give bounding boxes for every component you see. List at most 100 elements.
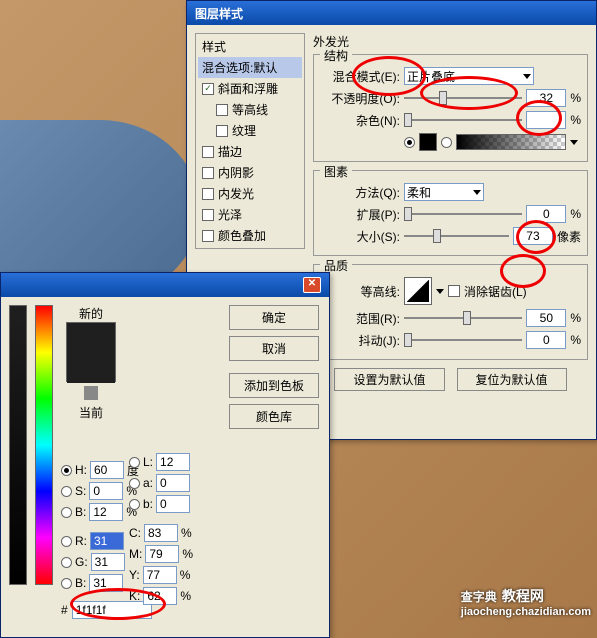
cancel-button[interactable]: 取消 [229, 336, 319, 361]
current-label: 当前 [61, 404, 121, 421]
a-input[interactable] [156, 474, 190, 492]
ok-button[interactable]: 确定 [229, 305, 319, 330]
checkbox-icon[interactable] [202, 188, 214, 200]
close-icon[interactable]: ✕ [303, 277, 321, 293]
watermark: 查字典 教程网 jiaocheng.chazidian.com [461, 585, 591, 618]
chevron-down-icon [473, 190, 481, 195]
s-input[interactable] [89, 482, 123, 500]
l-radio[interactable] [129, 457, 140, 468]
saturation-strip[interactable] [9, 305, 27, 585]
styles-header[interactable]: 样式 [198, 36, 302, 57]
chevron-down-icon[interactable] [436, 289, 444, 294]
structure-fieldset: 结构 混合模式(E): 正片叠底 不透明度(O): % 杂色(N): % [313, 54, 588, 162]
new-label: 新的 [61, 305, 121, 322]
blend-options-row[interactable]: 混合选项:默认 [198, 57, 302, 78]
m-input[interactable] [145, 545, 179, 563]
pct-label: % [570, 207, 581, 221]
k-input[interactable] [143, 587, 177, 605]
color-preview [66, 322, 116, 382]
spread-input[interactable] [526, 205, 566, 223]
a-radio[interactable] [129, 478, 140, 489]
style-item-innerglow[interactable]: 内发光 [198, 183, 302, 204]
add-swatch-button[interactable]: 添加到色板 [229, 373, 319, 398]
styles-list: 样式 混合选项:默认 ✓斜面和浮雕 等高线 纹理 描边 内阴影 内发光 光泽 颜… [195, 33, 305, 249]
r-radio[interactable] [61, 536, 72, 547]
method-label: 方法(Q): [320, 184, 400, 201]
checkbox-icon[interactable] [216, 125, 228, 137]
contour-label: 等高线: [320, 283, 400, 300]
hue-strip[interactable] [35, 305, 53, 585]
style-item-bevel[interactable]: ✓斜面和浮雕 [198, 78, 302, 99]
y-input[interactable] [143, 566, 177, 584]
bv-input[interactable] [89, 503, 123, 521]
jitter-slider[interactable] [404, 331, 522, 349]
l-input[interactable] [156, 453, 190, 471]
style-item-innershadow[interactable]: 内阴影 [198, 162, 302, 183]
method-select[interactable]: 柔和 [404, 183, 484, 201]
style-item-coloroverlay[interactable]: 颜色叠加 [198, 225, 302, 246]
style-item-stroke[interactable]: 描边 [198, 141, 302, 162]
spread-label: 扩展(P): [320, 206, 400, 223]
noise-slider[interactable] [404, 111, 522, 129]
noise-label: 杂色(N): [320, 112, 400, 129]
pct-label: % [570, 113, 581, 127]
pct-label: % [570, 311, 581, 325]
size-input[interactable] [513, 227, 553, 245]
size-slider[interactable] [404, 227, 509, 245]
g-radio[interactable] [61, 557, 72, 568]
gradient-radio[interactable] [441, 137, 452, 148]
style-item-satin[interactable]: 光泽 [198, 204, 302, 225]
r-input[interactable] [90, 532, 124, 550]
range-slider[interactable] [404, 309, 522, 327]
s-radio[interactable] [61, 486, 72, 497]
size-unit: 像素 [557, 228, 581, 245]
contour-picker[interactable] [404, 277, 432, 305]
h-input[interactable] [90, 461, 124, 479]
jitter-label: 抖动(J): [320, 332, 400, 349]
color-library-button[interactable]: 颜色库 [229, 404, 319, 429]
range-label: 范围(R): [320, 310, 400, 327]
h-radio[interactable] [61, 465, 72, 476]
checkbox-icon[interactable] [216, 104, 228, 116]
blendmode-select[interactable]: 正片叠底 [404, 67, 534, 85]
set-default-button[interactable]: 设置为默认值 [334, 368, 444, 391]
jitter-input[interactable] [526, 331, 566, 349]
checkbox-icon[interactable] [202, 209, 214, 221]
outer-glow-title: 外发光 [313, 33, 588, 50]
color-swatch[interactable] [419, 133, 437, 151]
b-radio[interactable] [61, 578, 72, 589]
quality-fieldset: 品质 等高线: 消除锯齿(L) 范围(R): % 抖动(J): [313, 264, 588, 360]
checkbox-icon[interactable] [202, 230, 214, 242]
spread-slider[interactable] [404, 205, 522, 223]
noise-input[interactable] [526, 111, 566, 129]
range-input[interactable] [526, 309, 566, 327]
elements-fieldset: 图素 方法(Q): 柔和 扩展(P): % 大小(S): 像素 [313, 170, 588, 256]
opacity-input[interactable] [526, 89, 566, 107]
color-radio[interactable] [404, 137, 415, 148]
opacity-label: 不透明度(O): [320, 90, 400, 107]
antialias-checkbox[interactable] [448, 285, 460, 297]
gradient-picker[interactable] [456, 134, 566, 150]
g-input[interactable] [91, 553, 125, 571]
bv-radio[interactable] [61, 507, 72, 518]
color-picker-dialog: ✕ 新的 当前 H:度 S:% B:% R: G: B: # [0, 272, 330, 638]
blendmode-label: 混合模式(E): [320, 68, 400, 85]
b-input[interactable] [89, 574, 123, 592]
checkbox-icon[interactable] [202, 167, 214, 179]
style-item-contour[interactable]: 等高线 [198, 99, 302, 120]
cube-icon[interactable] [84, 386, 98, 400]
checkbox-icon[interactable] [202, 146, 214, 158]
c-input[interactable] [144, 524, 178, 542]
color-picker-titlebar[interactable]: ✕ [1, 273, 329, 297]
pct-label: % [570, 91, 581, 105]
layer-style-titlebar[interactable]: 图层样式 [187, 1, 596, 25]
style-item-texture[interactable]: 纹理 [198, 120, 302, 141]
opacity-slider[interactable] [404, 89, 522, 107]
chevron-down-icon[interactable] [570, 140, 578, 145]
lab-b-radio[interactable] [129, 499, 140, 510]
reset-default-button[interactable]: 复位为默认值 [457, 368, 567, 391]
checkbox-icon[interactable]: ✓ [202, 83, 214, 95]
lab-b-input[interactable] [156, 495, 190, 513]
layer-style-title: 图层样式 [195, 5, 243, 22]
hex-label: # [61, 603, 68, 617]
